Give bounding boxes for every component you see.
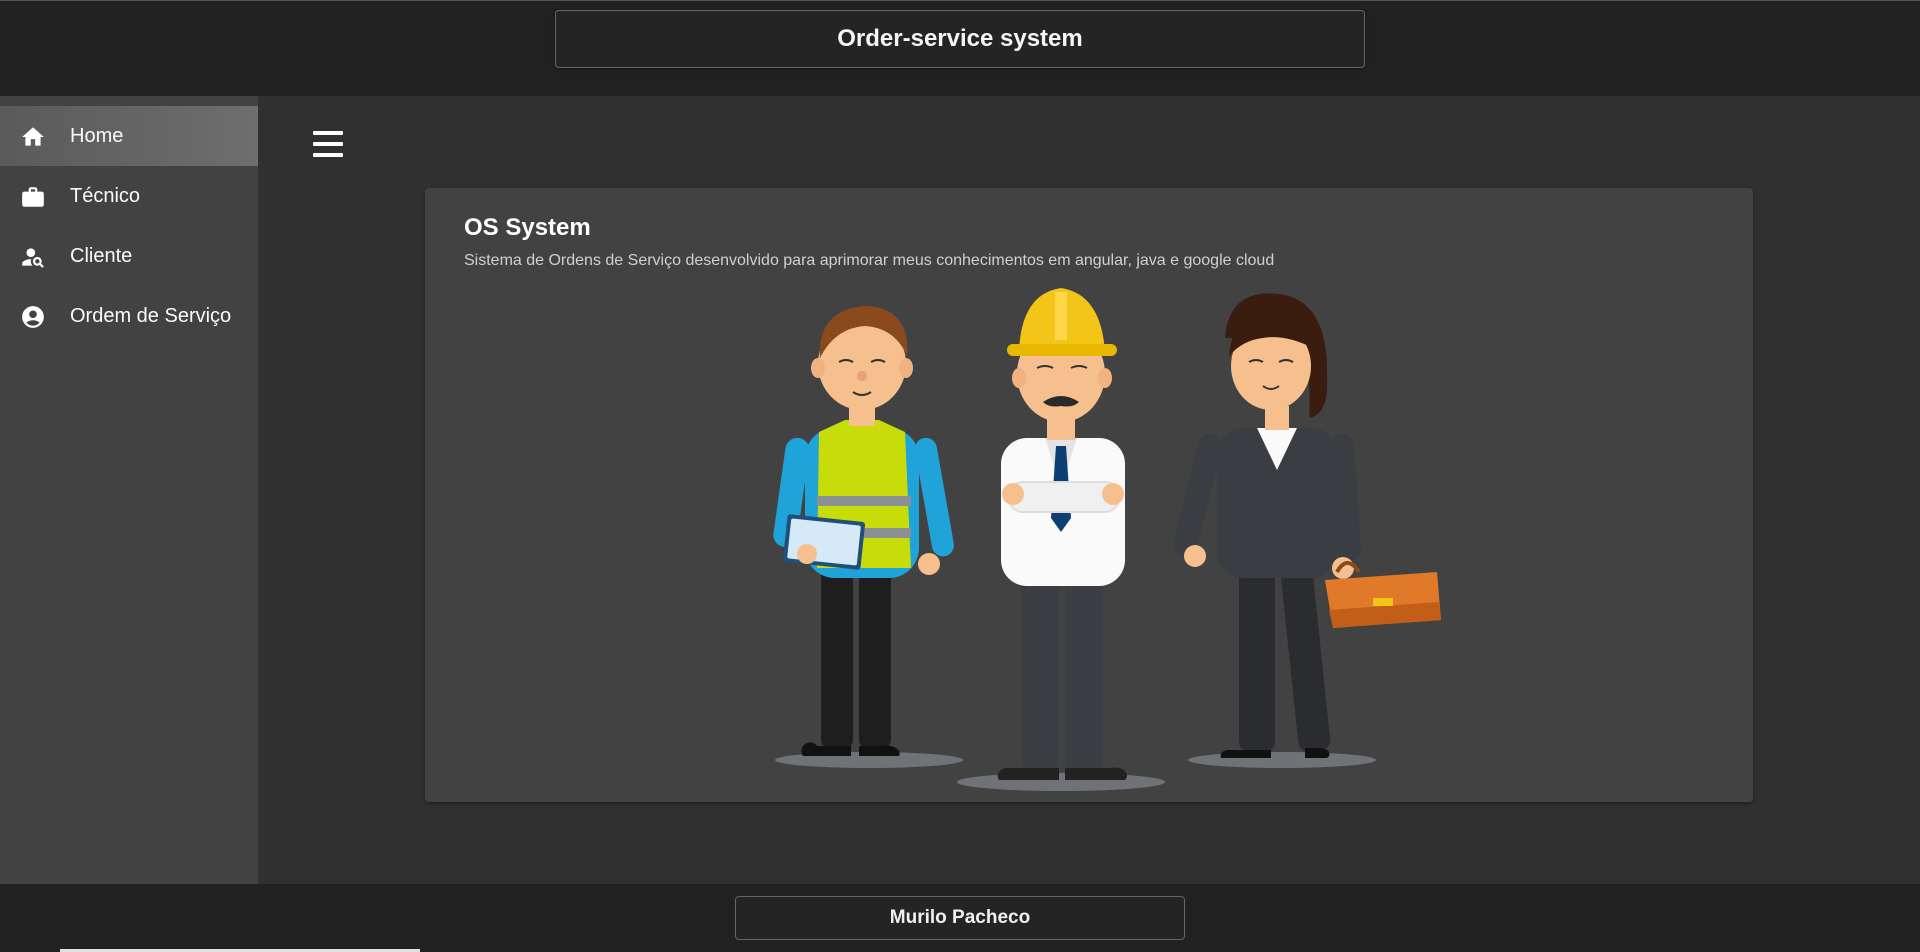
main-content: OS System Sistema de Ordens de Serviço d… xyxy=(258,96,1920,884)
sidebar-item-label: Ordem de Serviço xyxy=(70,304,232,327)
hamburger-menu-icon[interactable] xyxy=(310,128,346,160)
app-title-box: Order-service system xyxy=(555,10,1365,68)
sidebar-item-label: Cliente xyxy=(70,244,133,267)
account-circle-icon xyxy=(20,304,46,330)
sidebar: Home Técnico Cliente Ordem de Serviço xyxy=(0,96,258,884)
sidebar-item-cliente[interactable]: Cliente xyxy=(0,226,258,286)
briefcase-icon xyxy=(20,184,46,210)
worker-hardhat-figure xyxy=(997,288,1128,780)
welcome-card: OS System Sistema de Ordens de Serviço d… xyxy=(425,188,1753,802)
top-toolbar: Order-service system xyxy=(0,0,1920,96)
worker-vest-figure xyxy=(773,306,954,756)
sidebar-item-tecnico[interactable]: Técnico xyxy=(0,166,258,226)
workers-illustration xyxy=(773,288,1441,791)
worker-businesswoman-figure xyxy=(1173,293,1441,758)
person-search-icon xyxy=(20,244,46,270)
home-icon xyxy=(20,124,46,150)
footer-author-box: Murilo Pacheco xyxy=(735,896,1185,940)
footer: Murilo Pacheco xyxy=(0,884,1920,952)
sidebar-item-label: Home xyxy=(70,124,124,147)
sidebar-item-home[interactable]: Home xyxy=(0,106,258,166)
app-title: Order-service system xyxy=(837,25,1083,52)
footer-author: Murilo Pacheco xyxy=(889,907,1031,928)
sidebar-item-label: Técnico xyxy=(70,184,141,207)
sidebar-item-ordem-de-servico[interactable]: Ordem de Serviço xyxy=(0,286,258,346)
